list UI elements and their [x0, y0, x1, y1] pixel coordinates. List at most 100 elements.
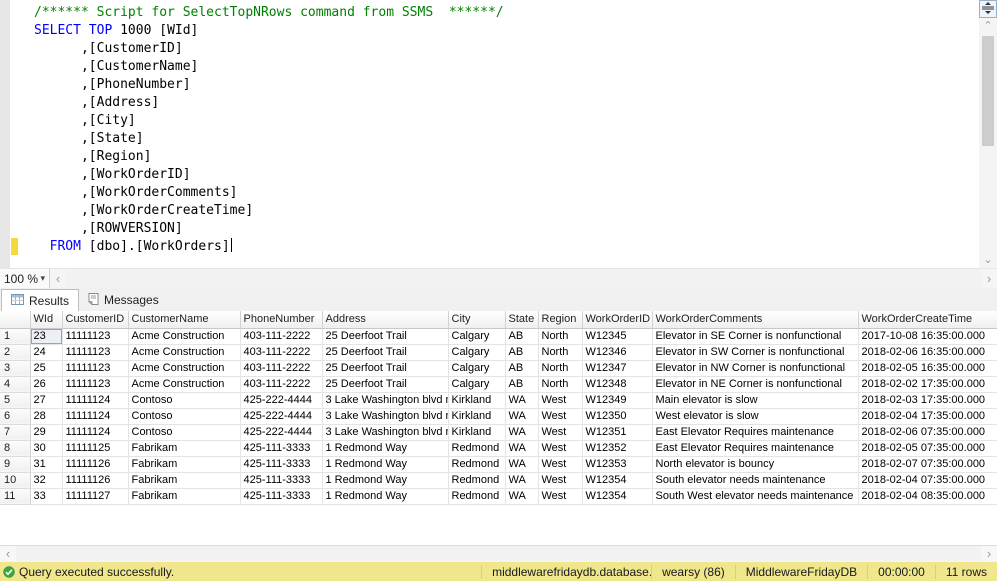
grid-cell[interactable]: W12347 — [582, 360, 652, 376]
column-header[interactable]: CustomerID — [62, 311, 128, 328]
row-number[interactable]: 3 — [0, 360, 30, 376]
code-line[interactable]: ,[ROWVERSION] — [34, 220, 504, 238]
row-number[interactable]: 9 — [0, 456, 30, 472]
grid-cell[interactable]: East Elevator Requires maintenance — [652, 440, 858, 456]
row-number[interactable]: 2 — [0, 344, 30, 360]
row-number[interactable]: 8 — [0, 440, 30, 456]
grid-cell[interactable]: Contoso — [128, 392, 240, 408]
grid-cell[interactable]: North — [538, 328, 582, 344]
grid-cell[interactable]: Calgary — [448, 328, 505, 344]
grid-cell[interactable]: Redmond — [448, 488, 505, 504]
code-line[interactable]: ,[PhoneNumber] — [34, 76, 504, 94]
grid-cell[interactable]: Kirkland — [448, 392, 505, 408]
grid-cell[interactable]: West — [538, 488, 582, 504]
column-header[interactable]: State — [505, 311, 538, 328]
grid-cell[interactable]: 3 Lake Washington blvd ne — [322, 424, 448, 440]
grid-cell[interactable]: North — [538, 344, 582, 360]
code-line[interactable]: FROM [dbo].[WorkOrders] — [34, 238, 504, 256]
grid-cell[interactable]: Acme Construction — [128, 376, 240, 392]
grid-cell[interactable]: 33 — [30, 488, 62, 504]
tab-results[interactable]: Results — [1, 289, 79, 311]
grid-cell[interactable]: 3 Lake Washington blvd ne — [322, 408, 448, 424]
grid-cell[interactable]: 29 — [30, 424, 62, 440]
grid-cell[interactable]: W12352 — [582, 440, 652, 456]
grid-cell[interactable]: 403-111-2222 — [240, 344, 322, 360]
grid-cell[interactable]: AB — [505, 328, 538, 344]
grid-cell[interactable]: 1 Redmond Way — [322, 488, 448, 504]
code-line[interactable]: ,[Address] — [34, 94, 504, 112]
grid-cell[interactable]: Fabrikam — [128, 456, 240, 472]
scroll-right-icon[interactable]: › — [981, 546, 997, 561]
grid-cell[interactable]: 25 Deerfoot Trail — [322, 376, 448, 392]
grid-cell[interactable]: 11111123 — [62, 328, 128, 344]
grid-cell[interactable]: Acme Construction — [128, 328, 240, 344]
grid-cell[interactable]: Contoso — [128, 408, 240, 424]
scroll-left-icon[interactable]: ‹ — [0, 546, 16, 561]
column-header[interactable]: WorkOrderID — [582, 311, 652, 328]
code-line[interactable]: ,[CustomerID] — [34, 40, 504, 58]
grid-cell[interactable]: WA — [505, 408, 538, 424]
grid-cell[interactable]: Calgary — [448, 376, 505, 392]
grid-cell[interactable]: Acme Construction — [128, 360, 240, 376]
row-number[interactable]: 6 — [0, 408, 30, 424]
code-line[interactable]: SELECT TOP 1000 [WId] — [34, 22, 504, 40]
grid-cell[interactable]: West — [538, 472, 582, 488]
grid-cell[interactable]: 2017-10-08 16:35:00.000 — [858, 328, 997, 344]
grid-cell[interactable]: 2018-02-02 17:35:00.000 — [858, 376, 997, 392]
grid-cell[interactable]: 11111123 — [62, 344, 128, 360]
grid-cell[interactable]: Kirkland — [448, 408, 505, 424]
column-header[interactable]: Region — [538, 311, 582, 328]
scrollbar-track[interactable]: ⌃ ⌄ — [979, 18, 997, 268]
grid-cell[interactable]: Fabrikam — [128, 472, 240, 488]
grid-cell[interactable]: Fabrikam — [128, 440, 240, 456]
row-number[interactable]: 7 — [0, 424, 30, 440]
grid-cell[interactable]: 2018-02-06 16:35:00.000 — [858, 344, 997, 360]
code-line[interactable]: ,[State] — [34, 130, 504, 148]
grid-cell[interactable]: 24 — [30, 344, 62, 360]
scroll-up-icon[interactable]: ⌃ — [979, 18, 997, 34]
grid-cell[interactable]: West — [538, 456, 582, 472]
grid-cell[interactable]: 25 — [30, 360, 62, 376]
grid-cell[interactable]: West elevator is slow — [652, 408, 858, 424]
column-header[interactable]: CustomerName — [128, 311, 240, 328]
row-number[interactable]: 10 — [0, 472, 30, 488]
grid-cell[interactable]: AB — [505, 360, 538, 376]
grid-cell[interactable]: 2018-02-04 07:35:00.000 — [858, 472, 997, 488]
grid-cell[interactable]: 2018-02-03 17:35:00.000 — [858, 392, 997, 408]
grid-corner-header[interactable] — [0, 311, 30, 328]
editor-horizontal-scrollbar[interactable] — [66, 269, 981, 288]
grid-cell[interactable]: Redmond — [448, 440, 505, 456]
grid-cell[interactable]: 1 Redmond Way — [322, 440, 448, 456]
grid-cell[interactable]: 403-111-2222 — [240, 360, 322, 376]
grid-cell[interactable]: W12349 — [582, 392, 652, 408]
column-header[interactable]: WorkOrderComments — [652, 311, 858, 328]
grid-cell[interactable]: 25 Deerfoot Trail — [322, 360, 448, 376]
zoom-level-select[interactable]: 100 % ▾ — [0, 269, 50, 288]
grid-cell[interactable]: Kirkland — [448, 424, 505, 440]
grid-cell[interactable]: 425-111-3333 — [240, 456, 322, 472]
grid-cell[interactable]: 425-222-4444 — [240, 408, 322, 424]
scrollbar-thumb[interactable] — [982, 36, 994, 146]
grid-cell[interactable]: 2018-02-06 07:35:00.000 — [858, 424, 997, 440]
code-line[interactable]: ,[WorkOrderCreateTime] — [34, 202, 504, 220]
sql-code[interactable]: /****** Script for SelectTopNRows comman… — [34, 4, 504, 256]
grid-cell[interactable]: Calgary — [448, 360, 505, 376]
code-line[interactable]: /****** Script for SelectTopNRows comman… — [34, 4, 504, 22]
grid-cell[interactable]: 25 Deerfoot Trail — [322, 328, 448, 344]
grid-cell[interactable]: 2018-02-05 16:35:00.000 — [858, 360, 997, 376]
grid-cell[interactable]: W12350 — [582, 408, 652, 424]
grid-cell[interactable]: 11111126 — [62, 456, 128, 472]
grid-cell[interactable]: Redmond — [448, 472, 505, 488]
tab-messages[interactable]: Messages — [79, 289, 168, 311]
scrollbar-track[interactable] — [16, 546, 981, 561]
column-header[interactable]: City — [448, 311, 505, 328]
grid-cell[interactable]: 32 — [30, 472, 62, 488]
grid-cell[interactable]: Contoso — [128, 424, 240, 440]
grid-cell[interactable]: W12345 — [582, 328, 652, 344]
column-header[interactable]: PhoneNumber — [240, 311, 322, 328]
grid-cell[interactable]: West — [538, 392, 582, 408]
scroll-right-icon[interactable]: › — [981, 269, 997, 288]
grid-cell[interactable]: Elevator in SW Corner is nonfunctional — [652, 344, 858, 360]
sql-editor-pane[interactable]: /****** Script for SelectTopNRows comman… — [0, 0, 997, 268]
grid-cell[interactable]: North elevator is bouncy — [652, 456, 858, 472]
